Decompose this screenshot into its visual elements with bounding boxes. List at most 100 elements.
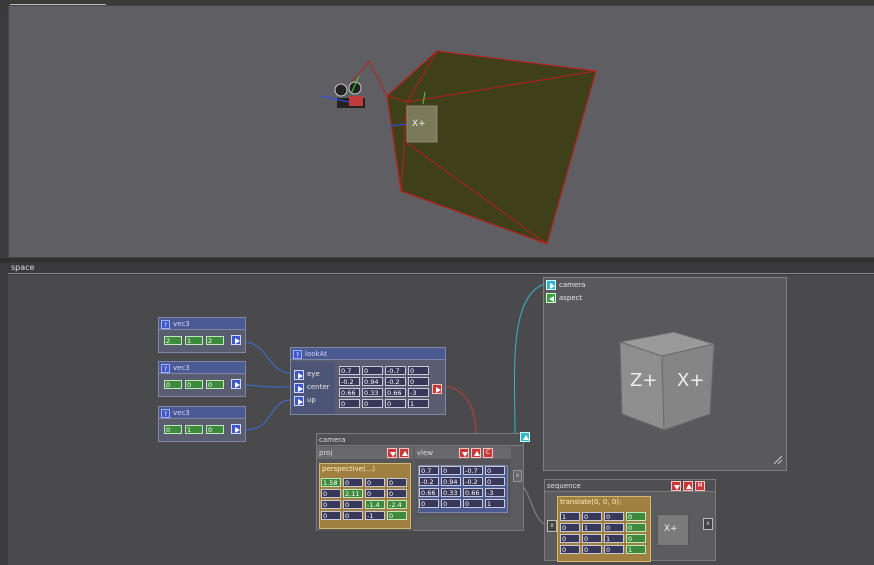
matrix-cell[interactable]: 0: [485, 477, 505, 486]
matrix-cell[interactable]: -3: [485, 488, 505, 497]
matrix-cell[interactable]: 0: [408, 366, 429, 375]
help-icon[interactable]: ?: [161, 319, 170, 329]
resize-grip-icon[interactable]: [772, 454, 783, 465]
matrix-cell[interactable]: 0: [321, 489, 341, 498]
matrix-cell[interactable]: 0: [387, 478, 407, 487]
matrix-cell[interactable]: -0.7: [385, 366, 406, 375]
vec3-c-x[interactable]: 0: [164, 425, 182, 434]
vec3-a-x[interactable]: 2: [164, 336, 182, 345]
vec3-b-output-port[interactable]: [231, 379, 241, 389]
vec3-c-output-port[interactable]: [231, 424, 241, 434]
matrix-cell[interactable]: 0: [387, 489, 407, 498]
sequence-input-port[interactable]: x: [547, 520, 557, 532]
translate-function[interactable]: translate(0, 0, 0); 1000010000100001: [557, 496, 651, 562]
matrix-cell[interactable]: 1: [485, 499, 505, 508]
matrix-cell[interactable]: 0: [626, 523, 646, 532]
matrix-cell[interactable]: 0: [321, 511, 341, 520]
vec3-node-b[interactable]: ? vec3 0 0 0: [158, 361, 246, 397]
lookat-output-port[interactable]: [432, 384, 442, 394]
matrix-cell[interactable]: 0.7: [419, 466, 439, 475]
vec3-b-x[interactable]: 0: [164, 380, 182, 389]
sequence-expand-button[interactable]: [683, 481, 693, 491]
proj-collapse-button[interactable]: [387, 448, 397, 458]
vec3-node-c[interactable]: ? vec3 0 1 0: [158, 406, 246, 442]
matrix-cell[interactable]: 0.33: [362, 388, 383, 397]
matrix-cell[interactable]: -0.2: [419, 477, 439, 486]
vec3-b-y[interactable]: 0: [185, 380, 203, 389]
view-c-button[interactable]: C: [483, 448, 493, 458]
preview-node[interactable]: camera aspect Z+ X+: [543, 277, 787, 471]
matrix-cell[interactable]: 0: [582, 545, 602, 554]
vec3-a-output-port[interactable]: [231, 335, 241, 345]
matrix-cell[interactable]: 1.58: [321, 478, 341, 487]
matrix-cell[interactable]: 2.11: [343, 489, 363, 498]
matrix-cell[interactable]: 1: [604, 534, 624, 543]
camera-node[interactable]: camera proj perspective(...) 1.58 0 0 0 0 2.1…: [316, 432, 530, 531]
node-canvas[interactable]: ? vec3 2 1 2 ? vec3 0 0 0 ? vec3 0 1 0 ? loo…: [8, 275, 874, 565]
camera-output-port[interactable]: [520, 432, 530, 442]
matrix-cell[interactable]: 0: [604, 523, 624, 532]
matrix-cell[interactable]: 1: [560, 512, 580, 521]
matrix-cell[interactable]: 0.66: [419, 488, 439, 497]
matrix-cell[interactable]: -0.2: [385, 377, 406, 386]
matrix-cell[interactable]: 0: [560, 523, 580, 532]
matrix-cell[interactable]: 0: [365, 478, 385, 487]
matrix-cell[interactable]: 0: [343, 500, 363, 509]
matrix-cell[interactable]: -0.7: [463, 466, 483, 475]
up-input-port[interactable]: [294, 396, 304, 406]
sequence-node[interactable]: sequence M x translate(0, 0, 0); 1000010…: [544, 479, 716, 562]
matrix-cell[interactable]: 0.66: [339, 388, 360, 397]
vec3-a-z[interactable]: 2: [206, 336, 224, 345]
matrix-cell[interactable]: 0.7: [339, 366, 360, 375]
matrix-cell[interactable]: 0: [560, 545, 580, 554]
matrix-cell[interactable]: 0: [560, 534, 580, 543]
matrix-cell[interactable]: -3: [408, 388, 429, 397]
proj-expand-button[interactable]: [399, 448, 409, 458]
matrix-cell[interactable]: 0.94: [441, 477, 461, 486]
matrix-cell[interactable]: 0: [362, 366, 383, 375]
matrix-cell[interactable]: 0: [604, 512, 624, 521]
matrix-cell[interactable]: 0: [408, 377, 429, 386]
lookat-node[interactable]: ? lookAt eye center up 0.7 0 -0.7 0 -0.2 0.94-…: [290, 347, 446, 415]
matrix-cell[interactable]: 0: [626, 534, 646, 543]
matrix-cell[interactable]: 0: [362, 399, 383, 408]
help-icon[interactable]: ?: [293, 349, 302, 359]
matrix-cell[interactable]: 0.66: [385, 388, 406, 397]
matrix-cell[interactable]: 1: [626, 545, 646, 554]
matrix-cell[interactable]: 0: [441, 499, 461, 508]
matrix-cell[interactable]: 0: [441, 466, 461, 475]
matrix-cell[interactable]: 0: [582, 512, 602, 521]
matrix-cell[interactable]: 0.33: [441, 488, 461, 497]
help-icon[interactable]: ?: [161, 408, 170, 418]
proj-function[interactable]: perspective(...) 1.58 0 0 0 0 2.11 0 0 0 0 -1.4 -2.…: [319, 463, 411, 529]
matrix-cell[interactable]: -0.2: [339, 377, 360, 386]
matrix-cell[interactable]: 0: [626, 512, 646, 521]
matrix-cell[interactable]: 0: [604, 545, 624, 554]
3d-viewport[interactable]: X+: [8, 5, 874, 258]
matrix-cell[interactable]: 0: [385, 399, 406, 408]
view-collapse-button[interactable]: [459, 448, 469, 458]
sequence-collapse-button[interactable]: [671, 481, 681, 491]
center-input-port[interactable]: [294, 383, 304, 393]
vec3-c-y[interactable]: 1: [185, 425, 203, 434]
matrix-cell[interactable]: 0: [339, 399, 360, 408]
matrix-cell[interactable]: 0: [419, 499, 439, 508]
matrix-cell[interactable]: 0: [463, 499, 483, 508]
matrix-cell[interactable]: 1: [582, 523, 602, 532]
matrix-cell[interactable]: -1.4: [365, 500, 385, 509]
matrix-cell[interactable]: 1: [408, 399, 429, 408]
matrix-cell[interactable]: -2.4: [387, 500, 407, 509]
vec3-c-z[interactable]: 0: [206, 425, 224, 434]
matrix-cell[interactable]: -1: [365, 511, 385, 520]
view-expand-button[interactable]: [471, 448, 481, 458]
matrix-cell[interactable]: 0: [343, 511, 363, 520]
matrix-cell[interactable]: 0: [365, 489, 385, 498]
matrix-cell[interactable]: 0.66: [463, 488, 483, 497]
matrix-cell[interactable]: 0: [387, 511, 407, 520]
matrix-cell[interactable]: 0: [485, 466, 505, 475]
matrix-cell[interactable]: -0.2: [463, 477, 483, 486]
matrix-cell[interactable]: 0: [582, 534, 602, 543]
vec3-node-a[interactable]: ? vec3 2 1 2: [158, 317, 246, 353]
vec3-a-y[interactable]: 1: [185, 336, 203, 345]
vec3-b-z[interactable]: 0: [206, 380, 224, 389]
